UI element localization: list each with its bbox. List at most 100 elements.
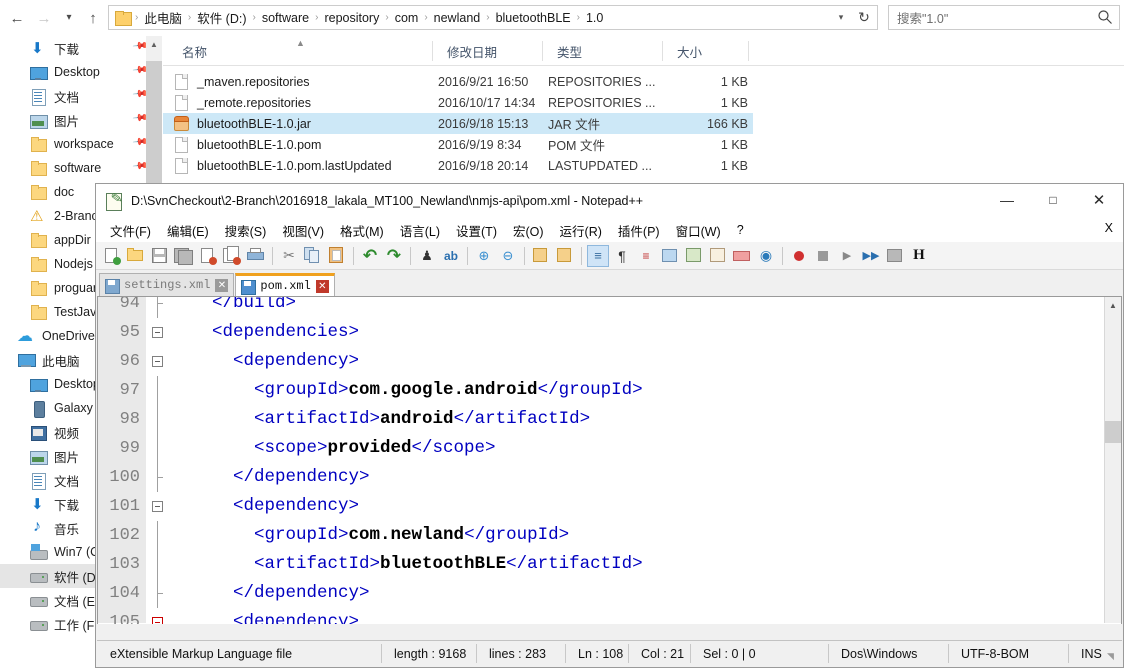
- fold-marker[interactable]: [150, 434, 164, 463]
- menu-item-10[interactable]: 窗口(W): [668, 219, 729, 242]
- notepadpp-title-bar[interactable]: D:\SvnCheckout\2-Branch\2016918_lakala_M…: [96, 184, 1123, 218]
- code-text[interactable]: <groupId>com.newland</groupId>: [170, 522, 1121, 549]
- column-divider[interactable]: [432, 41, 433, 61]
- column-divider[interactable]: [748, 41, 749, 61]
- code-line[interactable]: 103 <artifactId>bluetoothBLE</artifactId…: [98, 550, 1103, 579]
- breadcrumb-item-7[interactable]: 1.0: [581, 9, 608, 27]
- fold-marker[interactable]: [150, 405, 164, 434]
- breadcrumb-item-5[interactable]: newland: [429, 9, 486, 27]
- close-all-icon[interactable]: [221, 245, 243, 267]
- code-text[interactable]: <dependency>: [170, 348, 1121, 375]
- code-text[interactable]: <dependency>: [170, 609, 1121, 624]
- code-line[interactable]: 96 <dependency>: [98, 347, 1103, 376]
- record-macro-icon[interactable]: [788, 245, 810, 267]
- zoom-in-icon[interactable]: ⊕: [473, 245, 495, 267]
- redo-icon[interactable]: ↷: [383, 245, 405, 267]
- code-line[interactable]: 99 <scope>provided</scope>: [98, 434, 1103, 463]
- refresh-icon[interactable]: ↻: [853, 6, 875, 29]
- function-list-icon[interactable]: [707, 245, 729, 267]
- cut-icon[interactable]: ✂: [278, 245, 300, 267]
- monitoring-icon[interactable]: ◉: [755, 245, 777, 267]
- breadcrumb-item-0[interactable]: 此电脑: [139, 6, 187, 29]
- scroll-up-icon[interactable]: ▲: [146, 36, 162, 53]
- stop-macro-icon[interactable]: [812, 245, 834, 267]
- menu-item-6[interactable]: 设置(T): [448, 219, 505, 242]
- menu-item-8[interactable]: 运行(R): [552, 219, 610, 242]
- close-tab-icon[interactable]: ✕: [315, 279, 329, 293]
- replace-icon[interactable]: ab: [440, 245, 462, 267]
- fold-marker[interactable]: [150, 521, 164, 550]
- fold-marker[interactable]: [150, 608, 164, 624]
- menu-item-11[interactable]: ?: [729, 221, 752, 239]
- print-icon[interactable]: [245, 245, 267, 267]
- word-wrap-icon[interactable]: ≡: [587, 244, 609, 267]
- close-document-button[interactable]: X: [1105, 221, 1113, 235]
- up-button[interactable]: ↑: [82, 6, 104, 30]
- fold-marker[interactable]: [150, 492, 164, 521]
- zoom-out-icon[interactable]: ⊖: [497, 245, 519, 267]
- code-line[interactable]: 102 <groupId>com.newland</groupId>: [98, 521, 1103, 550]
- paste-icon[interactable]: [326, 245, 348, 267]
- show-all-chars-icon[interactable]: ¶: [611, 245, 633, 267]
- document-tabs[interactable]: settings.xml ✕ pom.xml ✕: [96, 270, 1123, 296]
- back-button[interactable]: ←: [6, 6, 28, 30]
- code-line[interactable]: 101 <dependency>: [98, 492, 1103, 521]
- code-line[interactable]: 95 <dependencies>: [98, 318, 1103, 347]
- code-text[interactable]: <dependencies>: [170, 319, 1121, 346]
- run-macro-multiple-icon[interactable]: ▶▶: [860, 245, 882, 267]
- undo-icon[interactable]: ↶: [359, 245, 381, 267]
- fold-marker[interactable]: [150, 318, 164, 347]
- menu-item-4[interactable]: 格式(M): [332, 219, 392, 242]
- run-icon[interactable]: H: [908, 245, 930, 267]
- new-file-icon[interactable]: [101, 245, 123, 267]
- save-icon[interactable]: [149, 245, 171, 267]
- close-file-icon[interactable]: [197, 245, 219, 267]
- menu-item-2[interactable]: 搜索(S): [217, 219, 275, 242]
- column-header-0[interactable]: 名称: [173, 36, 443, 66]
- menu-item-9[interactable]: 插件(P): [610, 219, 668, 242]
- fold-marker[interactable]: [150, 347, 164, 376]
- fold-marker[interactable]: [150, 376, 164, 405]
- doc-map-icon[interactable]: [683, 245, 705, 267]
- save-macro-icon[interactable]: [884, 245, 906, 267]
- sidebar-item-下载[interactable]: 下载📌: [0, 36, 162, 60]
- sidebar-item-Desktop[interactable]: Desktop 📌: [0, 60, 162, 84]
- recent-locations-button[interactable]: ▾: [58, 6, 80, 30]
- menu-item-3[interactable]: 视图(V): [274, 219, 332, 242]
- forward-button[interactable]: →: [33, 6, 55, 30]
- scrollbar-thumb[interactable]: [146, 61, 162, 183]
- sidebar-item-图片[interactable]: 图片 📌: [0, 108, 162, 132]
- breadcrumb[interactable]: › 此电脑 › 软件 (D:) › software › repository …: [108, 5, 878, 30]
- code-text[interactable]: </build>: [170, 297, 1121, 317]
- breadcrumb-item-4[interactable]: com: [390, 9, 424, 27]
- menu-item-5[interactable]: 语言(L): [392, 219, 448, 242]
- sidebar-item-software[interactable]: software 📌: [0, 156, 162, 180]
- breadcrumb-item-3[interactable]: repository: [319, 9, 384, 27]
- chevron-down-icon[interactable]: ▾: [831, 6, 851, 29]
- code-text[interactable]: <scope>provided</scope>: [170, 435, 1121, 462]
- search-icon[interactable]: [1097, 9, 1113, 25]
- menu-item-1[interactable]: 编辑(E): [159, 219, 217, 242]
- code-text[interactable]: <artifactId>bluetoothBLE</artifactId>: [170, 551, 1121, 578]
- folder-as-workspace-icon[interactable]: [731, 245, 753, 267]
- find-icon[interactable]: ♟: [416, 245, 438, 267]
- breadcrumb-item-2[interactable]: software: [257, 9, 314, 27]
- user-language-icon[interactable]: [659, 245, 681, 267]
- minimize-button[interactable]: —: [984, 184, 1030, 216]
- copy-icon[interactable]: [302, 245, 324, 267]
- column-header-1[interactable]: 修改日期: [438, 36, 546, 66]
- menu-item-7[interactable]: 宏(O): [505, 219, 552, 242]
- play-macro-icon[interactable]: ▶: [836, 245, 858, 267]
- code-text[interactable]: </dependency>: [170, 580, 1121, 607]
- breadcrumb-item-1[interactable]: 软件 (D:): [192, 6, 251, 29]
- breadcrumb-item-6[interactable]: bluetoothBLE: [491, 9, 576, 27]
- code-text[interactable]: <artifactId>android</artifactId>: [170, 406, 1121, 433]
- code-line[interactable]: 104 </dependency>: [98, 579, 1103, 608]
- menu-item-0[interactable]: 文件(F): [102, 219, 159, 242]
- fold-marker[interactable]: [150, 550, 164, 579]
- column-header-3[interactable]: 大小: [668, 36, 748, 66]
- sidebar-item-workspace[interactable]: workspace 📌: [0, 132, 162, 156]
- close-tab-icon[interactable]: ✕: [215, 278, 229, 292]
- tab-settings-xml[interactable]: settings.xml ✕: [99, 273, 235, 296]
- search-input[interactable]: 搜索"1.0": [888, 5, 1120, 30]
